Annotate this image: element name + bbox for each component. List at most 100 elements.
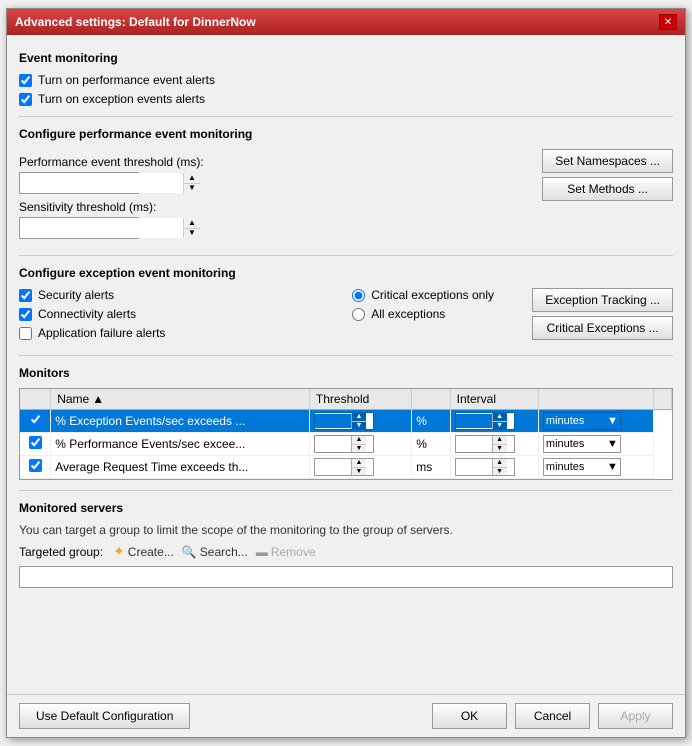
ok-button[interactable]: OK <box>432 703 507 729</box>
security-alerts-checkbox[interactable] <box>19 289 32 302</box>
create-icon: ✦ <box>113 543 125 560</box>
row3-interval-spin-down[interactable]: ▼ <box>493 468 507 476</box>
row2-interval-spin-up[interactable]: ▲ <box>493 436 507 445</box>
row1-interval-input[interactable]: 5 <box>456 414 492 428</box>
exception-right-col: Exception Tracking ... Critical Exceptio… <box>532 288 673 340</box>
row2-interval-input[interactable]: 5 <box>456 437 492 451</box>
row1-interval-spinner[interactable]: 5 ▲ ▼ <box>455 412 515 430</box>
row3-threshold-spinner[interactable]: 10000 ▲ ▼ <box>314 458 374 476</box>
sensitivity-input[interactable]: 100 <box>20 218 183 238</box>
thresh-spin-down[interactable]: ▼ <box>184 184 200 194</box>
row1-threshold-input[interactable]: 15 <box>315 414 351 428</box>
row1-spin-up[interactable]: ▲ <box>352 413 366 422</box>
targeted-group-input[interactable] <box>19 566 673 588</box>
app-failure-checkbox[interactable] <box>19 327 32 340</box>
critical-only-radio[interactable] <box>352 289 365 302</box>
row1-unit-cell: minutes ▼ <box>538 410 653 433</box>
connectivity-alerts-label: Connectivity alerts <box>38 307 136 321</box>
create-button[interactable]: ✦ Create... <box>113 543 174 560</box>
row1-checkbox[interactable] <box>29 413 42 426</box>
row3-checkbox[interactable] <box>29 459 42 472</box>
main-scrollable[interactable]: Event monitoring Turn on performance eve… <box>7 35 685 694</box>
window-title: Advanced settings: Default for DinnerNow <box>15 15 256 29</box>
row3-interval-input[interactable]: 5 <box>456 460 492 474</box>
app-failure-row: Application failure alerts <box>19 326 352 340</box>
exception-alerts-checkbox[interactable] <box>19 93 32 106</box>
row1-threshold-spinner[interactable]: 15 ▲ ▼ <box>314 412 374 430</box>
sensitivity-spin-down[interactable]: ▼ <box>184 229 200 239</box>
row2-interval-spin-down[interactable]: ▼ <box>493 445 507 453</box>
cancel-button[interactable]: Cancel <box>515 703 590 729</box>
row1-name: % Exception Events/sec exceeds ... <box>55 414 245 428</box>
thresh-label: Performance event threshold (ms): <box>19 155 542 169</box>
th-name-label: Name <box>57 392 89 406</box>
row2-spin-up[interactable]: ▲ <box>352 436 366 445</box>
row2-spin-down[interactable]: ▼ <box>352 445 366 453</box>
row2-unit-dropdown[interactable]: minutes ▼ <box>543 435 621 453</box>
th-interval[interactable]: Interval <box>450 389 538 410</box>
divider-2 <box>19 255 673 256</box>
targeted-group-row: Targeted group: ✦ Create... 🔍 Search... … <box>19 543 673 560</box>
perf-event-left: Performance event threshold (ms): 15000 … <box>19 149 542 245</box>
connectivity-alerts-checkbox[interactable] <box>19 308 32 321</box>
use-default-button[interactable]: Use Default Configuration <box>19 703 190 729</box>
th-name[interactable]: Name ▲ <box>51 389 310 410</box>
search-label: Search... <box>200 545 248 559</box>
thresh-input[interactable]: 15000 <box>20 173 183 193</box>
row1-spin-down[interactable]: ▼ <box>352 422 366 430</box>
th-threshold[interactable]: Threshold <box>309 389 411 410</box>
row3-spin-down[interactable]: ▼ <box>352 468 366 476</box>
table-row[interactable]: % Performance Events/sec excee... 20 ▲ ▼ <box>20 433 672 456</box>
set-namespaces-button[interactable]: Set Namespaces ... <box>542 149 673 173</box>
all-exceptions-radio[interactable] <box>352 308 365 321</box>
row2-threshold-spinner[interactable]: 20 ▲ ▼ <box>314 435 374 453</box>
monitors-section: Monitors Name ▲ <box>19 366 673 480</box>
row2-checkbox[interactable] <box>29 436 42 449</box>
row1-pct-cell: % <box>412 410 450 433</box>
row3-threshold-input[interactable]: 10000 <box>315 460 351 474</box>
row2-threshold-input[interactable]: 20 <box>315 437 351 451</box>
sensitivity-spin-up[interactable]: ▲ <box>184 218 200 229</box>
sort-arrow-icon: ▲ <box>92 392 104 406</box>
perf-event-form: Performance event threshold (ms): 15000 … <box>19 149 673 245</box>
row1-unit-dropdown[interactable]: minutes ▼ <box>543 412 621 430</box>
remove-button[interactable]: ▬ Remove <box>256 545 316 559</box>
exception-tracking-button[interactable]: Exception Tracking ... <box>532 288 673 312</box>
row2-thresh-cell: 20 ▲ ▼ <box>309 433 411 456</box>
critical-exceptions-button[interactable]: Critical Exceptions ... <box>532 316 673 340</box>
monitored-servers-desc: You can target a group to limit the scop… <box>19 523 673 537</box>
row3-spin-up[interactable]: ▲ <box>352 459 366 468</box>
footer: Use Default Configuration OK Cancel Appl… <box>7 694 685 737</box>
monitors-table-container[interactable]: Name ▲ Threshold Interval <box>19 388 673 480</box>
divider-4 <box>19 490 673 491</box>
th-check <box>20 389 51 410</box>
search-button[interactable]: 🔍 Search... <box>182 545 248 559</box>
exception-event-form: Security alerts Connectivity alerts Appl… <box>19 288 673 345</box>
table-row[interactable]: % Exception Events/sec exceeds ... 15 ▲ … <box>20 410 672 433</box>
row1-interval-spin-up[interactable]: ▲ <box>493 413 507 422</box>
set-methods-button[interactable]: Set Methods ... <box>542 177 673 201</box>
main-window: Advanced settings: Default for DinnerNow… <box>6 8 686 738</box>
row3-interval-spinner[interactable]: 5 ▲ ▼ <box>455 458 515 476</box>
table-row[interactable]: Average Request Time exceeds th... 10000… <box>20 456 672 479</box>
row2-interval-spinner[interactable]: 5 ▲ ▼ <box>455 435 515 453</box>
close-button[interactable]: ✕ <box>659 14 677 30</box>
thresh-spin-up[interactable]: ▲ <box>184 173 200 184</box>
remove-label: Remove <box>271 545 316 559</box>
sensitivity-spinner[interactable]: 100 ▲ ▼ <box>19 217 139 239</box>
content-area: Event monitoring Turn on performance eve… <box>7 35 685 694</box>
remove-icon: ▬ <box>256 545 268 559</box>
row3-spin-btns: ▲ ▼ <box>351 459 366 475</box>
apply-button[interactable]: Apply <box>598 703 673 729</box>
all-exceptions-label: All exceptions <box>371 307 445 321</box>
thresh-spinner[interactable]: 15000 ▲ ▼ <box>19 172 139 194</box>
search-icon: 🔍 <box>182 545 197 559</box>
row3-interval-spin-up[interactable]: ▲ <box>493 459 507 468</box>
row3-unit-dropdown[interactable]: minutes ▼ <box>543 458 621 476</box>
th-scroll-spacer <box>654 389 672 410</box>
row1-interval-spin-down[interactable]: ▼ <box>493 422 507 430</box>
row2-name: % Performance Events/sec excee... <box>55 437 245 451</box>
create-label: Create... <box>128 545 174 559</box>
sensitivity-input-row: 100 ▲ ▼ <box>19 217 542 239</box>
perf-alerts-checkbox[interactable] <box>19 74 32 87</box>
